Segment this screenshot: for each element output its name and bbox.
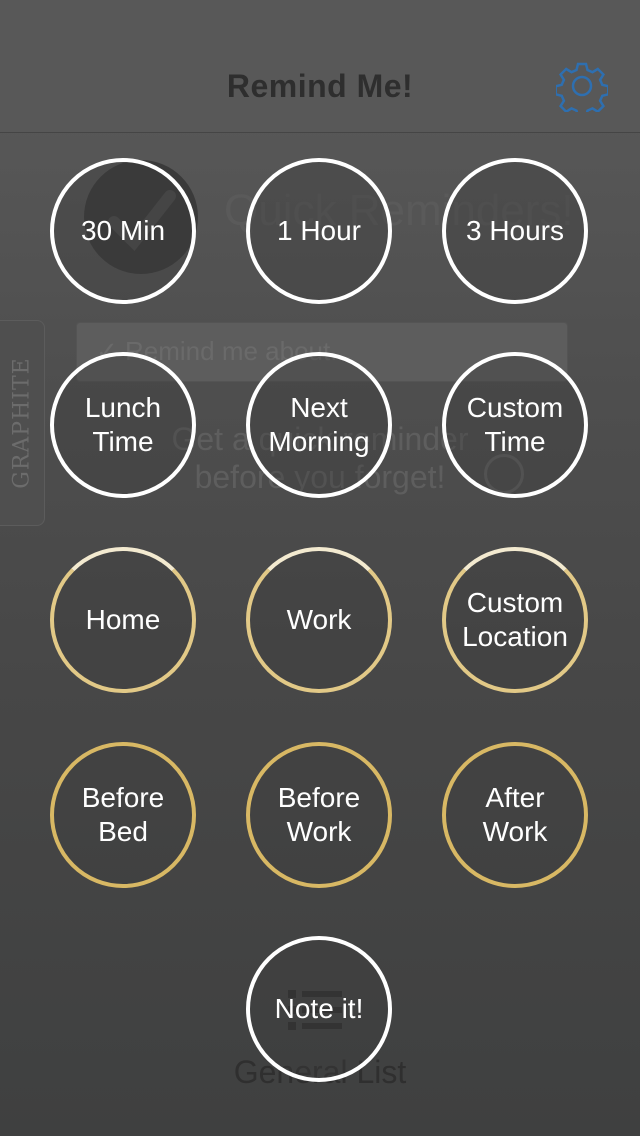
reminder-label: Custom Location <box>462 587 568 652</box>
reminder-1-hour-button[interactable]: 1 Hour <box>246 158 392 304</box>
reminder-label: 30 Min <box>80 215 166 246</box>
reminder-label: Next Morning <box>268 392 370 457</box>
navigation-bar: Remind Me! <box>0 0 640 133</box>
reminder-label: Note it! <box>274 993 364 1024</box>
page-title: Remind Me! <box>226 68 414 104</box>
theme-side-tab[interactable]: GRAPHITE <box>0 320 45 526</box>
reminder-work-button[interactable]: Work <box>246 547 392 693</box>
reminder-label: Before Bed <box>81 782 165 847</box>
reminder-lunch-time-button[interactable]: Lunch Time <box>50 352 196 498</box>
reminder-label: Work <box>286 604 352 635</box>
reminder-before-work-button[interactable]: Before Work <box>246 742 392 888</box>
reminder-label: Home <box>85 604 161 635</box>
reminder-next-morning-button[interactable]: Next Morning <box>246 352 392 498</box>
reminder-label: 3 Hours <box>465 215 565 246</box>
reminder-label: 1 Hour <box>276 215 362 246</box>
reminder-label: Before Work <box>277 782 361 847</box>
note-it-button[interactable]: Note it! <box>246 936 392 1082</box>
reminder-custom-time-button[interactable]: Custom Time <box>442 352 588 498</box>
reminder-home-button[interactable]: Home <box>50 547 196 693</box>
reminder-after-work-button[interactable]: After Work <box>442 742 588 888</box>
reminder-label: Lunch Time <box>84 392 162 457</box>
reminder-custom-location-button[interactable]: Custom Location <box>442 547 588 693</box>
reminder-label: Custom Time <box>466 392 564 457</box>
gear-icon[interactable] <box>556 60 608 112</box>
reminder-before-bed-button[interactable]: Before Bed <box>50 742 196 888</box>
reminder-30-min-button[interactable]: 30 Min <box>50 158 196 304</box>
side-tab-label: GRAPHITE <box>9 357 35 489</box>
reminder-label: After Work <box>482 782 548 847</box>
reminder-3-hours-button[interactable]: 3 Hours <box>442 158 588 304</box>
